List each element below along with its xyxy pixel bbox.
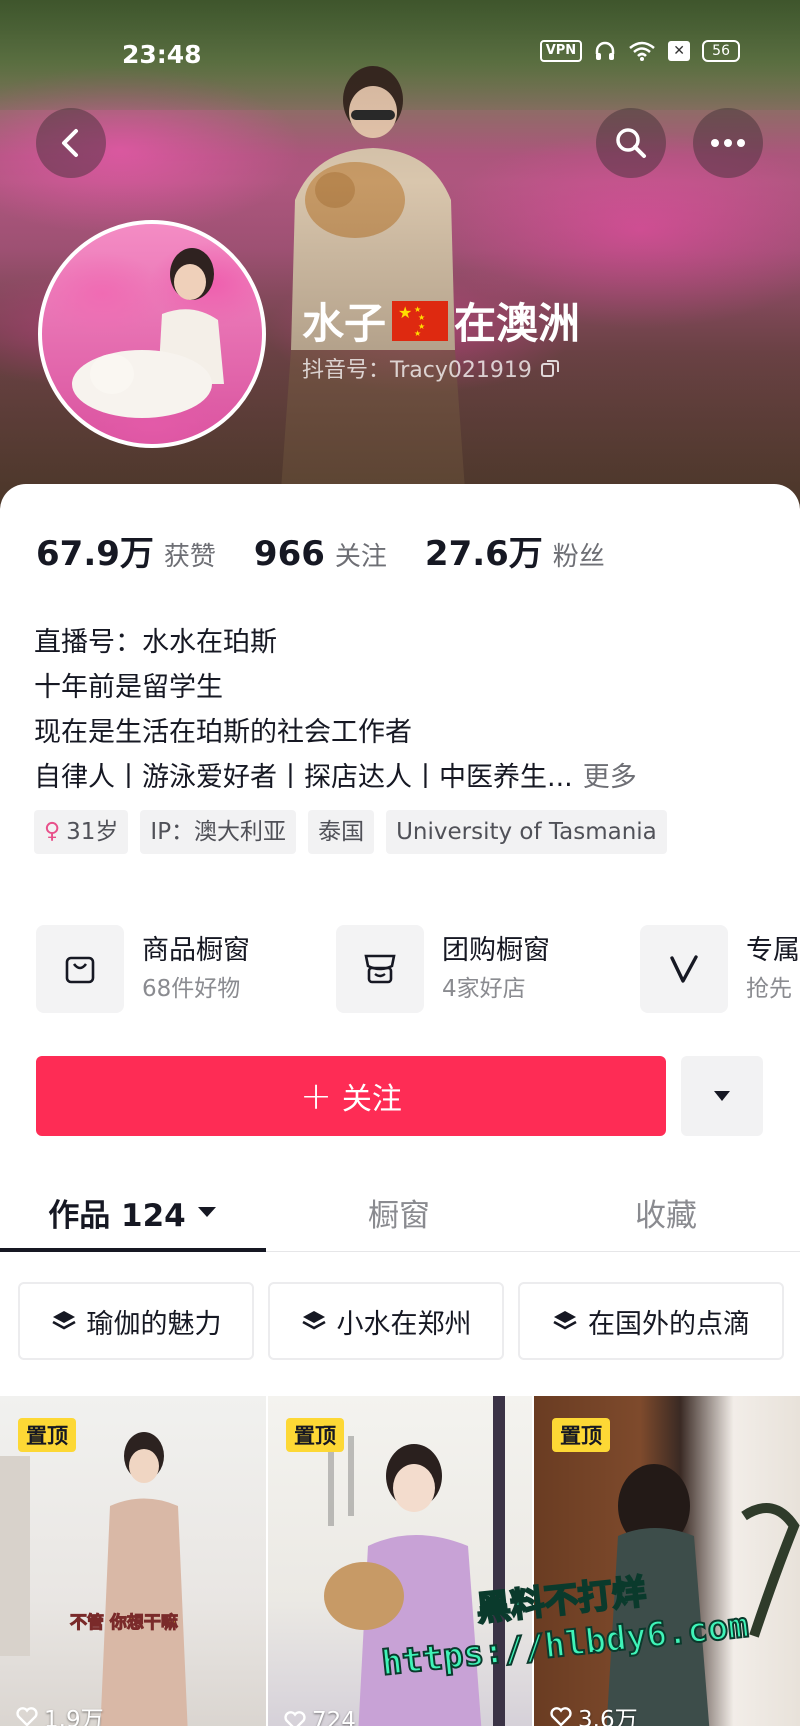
avatar[interactable] (38, 220, 266, 448)
more-options-button[interactable] (693, 108, 763, 178)
back-button[interactable] (36, 108, 106, 178)
search-icon (616, 128, 646, 158)
collection-chip[interactable]: 在国外的点滴 (518, 1282, 784, 1360)
heart-icon (16, 1707, 38, 1726)
status-bar: 23:48 VPN ✕ 56 (0, 36, 800, 72)
video-thumbnail[interactable]: 置顶 不管 你想干嘛 1.9万 (0, 1396, 266, 1726)
shop-entries: 商品橱窗 68件好物 团购橱窗 4家好店 专属 抢先 (36, 924, 800, 1014)
follow-button[interactable]: + 关注 (36, 1056, 666, 1136)
pinned-badge: 置顶 (286, 1418, 344, 1452)
bio-line: 自律人丨游泳爱好者丨探店达人丨中医养生... 更多 (34, 762, 637, 793)
copy-icon[interactable] (540, 358, 560, 378)
more-dots-icon (711, 139, 745, 147)
pinned-badge: 置顶 (18, 1418, 76, 1452)
caret-down-icon (197, 1207, 216, 1217)
layers-icon (553, 1311, 577, 1330)
product-showcase-entry[interactable]: 商品橱窗 68件好物 (36, 924, 250, 1014)
douyin-id[interactable]: 抖音号：Tracy021919 (302, 352, 560, 384)
video-likes: 724 (284, 1708, 356, 1726)
female-icon: ♀ (44, 819, 61, 844)
heart-icon (550, 1707, 572, 1726)
shopping-bag-icon (65, 956, 95, 984)
search-button[interactable] (596, 108, 666, 178)
stat-likes[interactable]: 67.9万 获赞 (36, 526, 216, 575)
store-icon (364, 954, 396, 984)
bio-line: 现在是生活在珀斯的社会工作者 (34, 717, 412, 748)
active-tab-indicator (0, 1248, 266, 1252)
battery-icon: 56 (702, 40, 740, 62)
profile-bio: 直播号：水水在珀斯 十年前是留学生 现在是生活在珀斯的社会工作者 自律人丨游泳爱… (34, 620, 637, 800)
video-likes: 3.6万 (550, 1700, 638, 1726)
tab-works[interactable]: 作品 124 (0, 1174, 266, 1250)
tab-favorites[interactable]: 收藏 (532, 1174, 800, 1250)
tag-location[interactable]: 泰国 (308, 810, 375, 854)
stat-followers[interactable]: 27.6万 粉丝 (425, 526, 605, 575)
layers-icon (51, 1311, 76, 1330)
sim-off-icon: ✕ (668, 41, 691, 61)
tag-school[interactable]: University of Tasmania (386, 810, 667, 854)
caret-down-icon (714, 1091, 730, 1101)
heart-icon (284, 1711, 306, 1726)
profile-name: 水子 ★ ★ ★ ★ ★ 在澳洲 (302, 299, 581, 348)
group-buy-showcase-entry[interactable]: 团购橱窗 4家好店 (336, 924, 550, 1014)
profile-tags: ♀ 31岁 IP：澳大利亚 泰国 University of Tasmania (34, 810, 667, 854)
headphones-icon (595, 41, 615, 60)
bio-line: 直播号：水水在珀斯 (34, 627, 277, 658)
tab-showcase[interactable]: 橱窗 (266, 1174, 532, 1250)
v-badge-icon (670, 955, 698, 983)
tag-age: ♀ 31岁 (34, 810, 129, 854)
profile-content-sheet: 67.9万 获赞 966 关注 27.6万 粉丝 直播号：水水在珀斯 十年前是留… (0, 484, 800, 1726)
bio-line: 十年前是留学生 (34, 672, 223, 703)
vpn-icon: VPN (539, 40, 583, 62)
status-time: 23:48 (122, 40, 202, 69)
wifi-icon (629, 41, 655, 61)
recommend-dropdown-button[interactable] (681, 1056, 763, 1136)
layers-icon (301, 1311, 326, 1330)
avatar-person-illustration (72, 248, 224, 418)
china-flag-icon: ★ ★ ★ ★ ★ (392, 300, 449, 341)
collection-chip[interactable]: 小水在郑州 (268, 1282, 504, 1360)
plus-icon: + (300, 1074, 332, 1118)
collections-row: 瑜伽的魅力 小水在郑州 在国外的点滴 (18, 1282, 800, 1360)
profile-stats: 67.9万 获赞 966 关注 27.6万 粉丝 (36, 526, 643, 575)
video-likes: 1.9万 (16, 1700, 104, 1726)
content-tabs: 作品 124 橱窗 收藏 (0, 1174, 800, 1254)
tag-ip-location: IP：澳大利亚 (140, 810, 297, 854)
collection-chip[interactable]: 瑜伽的魅力 (18, 1282, 254, 1360)
profile-page: 23:48 VPN ✕ 56 水子 ★ ★ ★ ★ ★ 在澳洲 抖音号：Trac… (0, 0, 800, 1726)
bio-more-link[interactable]: 更多 (583, 762, 637, 793)
video-caption: 不管 你想干嘛 (70, 1613, 179, 1634)
pinned-badge: 置顶 (552, 1418, 610, 1452)
exclusive-entry[interactable]: 专属 抢先 (640, 924, 800, 1014)
chevron-left-icon (62, 129, 78, 157)
stat-following[interactable]: 966 关注 (254, 534, 387, 574)
